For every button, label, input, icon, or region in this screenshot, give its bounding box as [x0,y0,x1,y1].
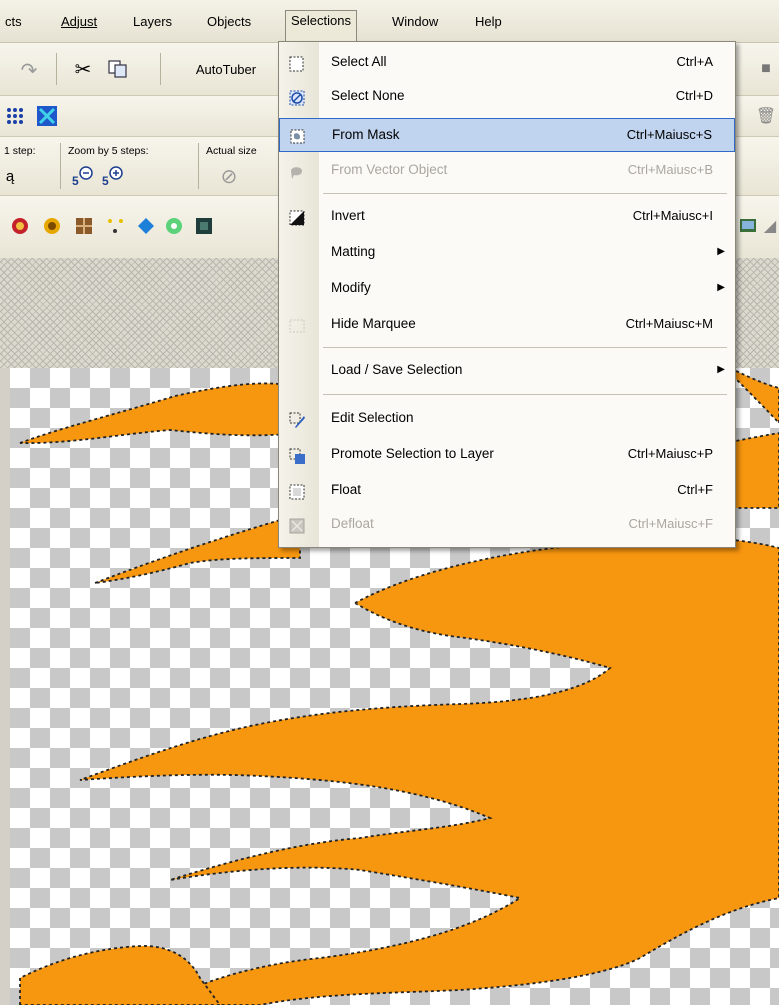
menu-item-shortcut: Ctrl+A [676,54,713,69]
menu-item-label: Load / Save Selection [331,362,463,377]
menu-separator [323,193,727,194]
vector-object-icon [287,162,307,182]
menu-item-label: From Mask [332,127,400,142]
menu-layers[interactable]: Layers [128,12,177,32]
menu-item-label: Hide Marquee [331,316,416,331]
from-mask-icon [288,127,308,147]
menu-item-shortcut: Ctrl+Maiusc+I [632,208,713,223]
menu-item-defloat: Defloat Ctrl+Maiusc+F [279,508,735,542]
menu-bar: cts Adjust Layers Objects Selections Win… [0,0,779,43]
menu-item-label: Select None [331,88,405,103]
menu-effects[interactable]: cts [0,12,27,32]
menu-selections[interactable]: Selections [285,10,357,43]
menu-item-matting[interactable]: Matting ▶ [279,236,735,270]
select-all-icon [287,54,307,74]
selections-menu: Select All Ctrl+A Select None Ctrl+D Fro… [278,41,736,548]
menu-item-select-all[interactable]: Select All Ctrl+A [279,46,735,80]
invert-icon [287,208,307,228]
copy-icon[interactable] [104,55,132,83]
menu-separator [323,394,727,395]
menu-item-from-vector-object: From Vector Object Ctrl+Maiusc+B [279,154,735,188]
delete-icon[interactable]: 🗑 [756,104,776,128]
effect-triangle-icon[interactable]: ◢ [762,214,778,238]
browser-icon[interactable] [34,103,60,129]
menu-item-label: Float [331,482,362,497]
menu-item-shortcut: Ctrl+Maiusc+S [626,127,712,142]
effect-texture-icon[interactable] [72,214,96,238]
menu-item-shortcut: Ctrl+Maiusc+M [625,316,713,331]
effect-dark-icon[interactable] [192,214,216,238]
submenu-arrow-icon: ▶ [717,246,725,257]
menu-item-label: From Vector Object [331,162,448,177]
submenu-arrow-icon: ▶ [717,282,725,293]
menu-item-promote-selection-to-layer[interactable]: Promote Selection to Layer Ctrl+Maiusc+P [279,438,735,472]
grid-dots-icon[interactable] [4,104,30,128]
hide-marquee-icon [287,316,307,336]
menu-item-label: Modify [331,280,371,295]
zoom-out-1-icon[interactable]: ą [2,165,18,187]
menu-item-label: Edit Selection [331,410,414,425]
menu-separator [323,347,727,348]
menu-item-label: Invert [331,208,365,223]
effect-ring-icon[interactable] [40,214,64,238]
menu-item-float[interactable]: Float Ctrl+F [279,474,735,508]
effect-burst-icon[interactable] [162,214,186,238]
actual-size-icon[interactable]: ⊘ [216,163,242,189]
menu-item-label: Matting [331,244,376,259]
menu-item-modify[interactable]: Modify ▶ [279,272,735,306]
menu-item-from-mask[interactable]: From Mask Ctrl+Maiusc+S [279,118,735,152]
effect-picture-icon[interactable] [736,214,760,238]
select-none-icon [287,88,307,108]
toolbar-overflow-icon[interactable]: ■ [756,57,776,81]
menu-objects[interactable]: Objects [202,12,256,32]
menu-item-shortcut: Ctrl+D [675,88,713,103]
float-icon [287,482,307,502]
menu-item-edit-selection[interactable]: Edit Selection [279,402,735,436]
menu-help[interactable]: Help [470,12,507,32]
menu-item-shortcut: Ctrl+Maiusc+F [628,516,713,531]
svg-text:5: 5 [102,174,109,188]
zoom-5-steps-label: Zoom by 5 steps: [68,145,149,157]
effect-dots-icon[interactable] [104,214,128,238]
zoom-1-step-label: 1 step: [4,145,36,157]
autotuber-button[interactable]: AutoTuber [178,55,274,83]
menu-item-invert[interactable]: Invert Ctrl+Maiusc+I [279,200,735,234]
menu-adjust[interactable]: Adjust [56,12,102,32]
redo-icon[interactable]: ↷ [14,57,44,83]
svg-text:5: 5 [72,174,79,188]
menu-item-load-save-selection[interactable]: Load / Save Selection ▶ [279,354,735,388]
menu-item-label: Select All [331,54,387,69]
submenu-arrow-icon: ▶ [717,364,725,375]
menu-item-shortcut: Ctrl+Maiusc+P [627,446,713,461]
menu-item-shortcut: Ctrl+Maiusc+B [627,162,713,177]
menu-item-shortcut: Ctrl+F [677,482,713,497]
effect-gem-icon[interactable] [134,214,158,238]
zoom-in-5-icon[interactable]: 5 [100,163,126,189]
effect-red-icon[interactable] [8,214,32,238]
menu-item-label: Defloat [331,516,374,531]
edit-selection-icon [287,410,307,430]
zoom-out-5-icon[interactable]: 5 [70,163,96,189]
actual-size-label: Actual size [206,145,257,157]
promote-layer-icon [287,446,307,466]
menu-item-label: Promote Selection to Layer [331,446,494,461]
cut-icon[interactable]: ✂ [70,55,96,83]
defloat-icon [287,516,307,536]
menu-item-select-none[interactable]: Select None Ctrl+D [279,80,735,114]
menu-window[interactable]: Window [387,12,443,32]
menu-item-hide-marquee[interactable]: Hide Marquee Ctrl+Maiusc+M [279,308,735,342]
